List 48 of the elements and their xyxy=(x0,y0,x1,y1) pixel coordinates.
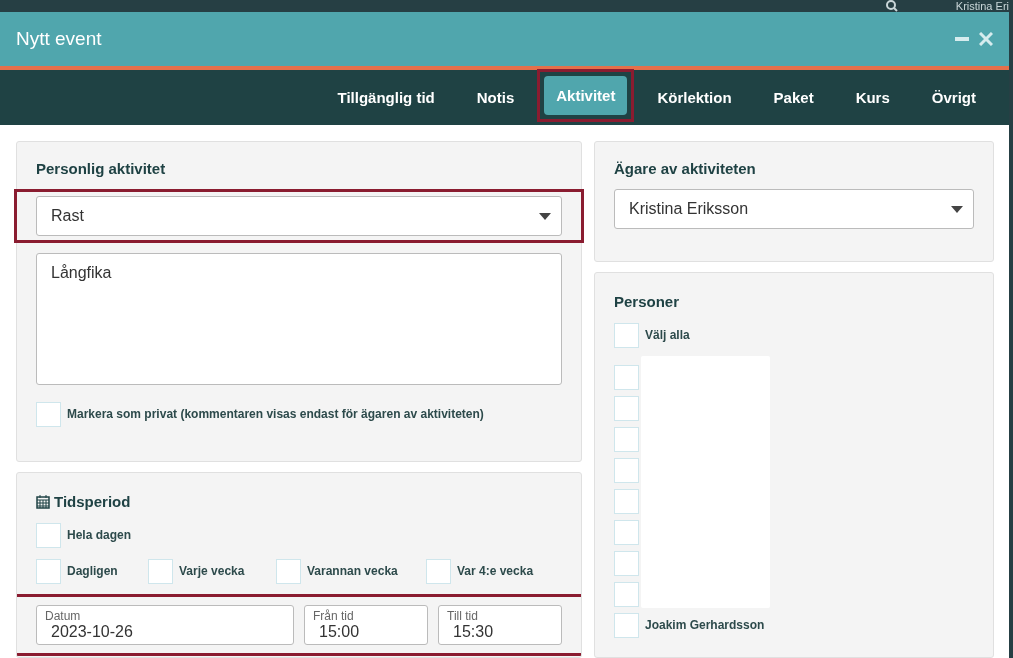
checkbox[interactable] xyxy=(36,522,61,548)
checkbox[interactable] xyxy=(426,558,451,584)
tab[interactable]: Körlektion xyxy=(645,78,744,117)
tab[interactable]: Övrigt xyxy=(919,78,988,117)
checkbox-label: Hela dagen xyxy=(67,528,132,542)
checkbox[interactable] xyxy=(276,558,301,584)
checkbox[interactable] xyxy=(614,395,639,421)
checkbox-label: Joakim Gerhardsson xyxy=(645,618,765,632)
checkbox-label: Var 4:e vecka xyxy=(457,564,534,578)
checkbox[interactable] xyxy=(614,581,639,607)
heading-text: Tidsperiod xyxy=(54,493,131,510)
checkbox-label: Dagligen xyxy=(67,564,118,578)
checkbox[interactable] xyxy=(614,519,639,545)
checkbox-label: Markera som privat (kommentaren visas endast för ägaren av aktiviteten) xyxy=(67,407,484,421)
checkbox[interactable] xyxy=(148,558,173,584)
checkbox[interactable] xyxy=(614,550,639,576)
calendar-icon xyxy=(36,494,50,509)
caret-icon xyxy=(951,205,963,213)
checkbox[interactable] xyxy=(614,488,639,514)
activity-select[interactable]: Rast xyxy=(36,196,562,236)
checkbox[interactable] xyxy=(36,558,61,584)
time-field[interactable]: Datum 2023-10-26 xyxy=(36,605,294,645)
tab[interactable]: Kurs xyxy=(843,78,902,117)
window-title: Nytt event xyxy=(16,28,102,50)
section-heading: Ägare av aktiviteten xyxy=(614,160,757,177)
checkbox-label: Varannan vecka xyxy=(307,564,398,578)
section-heading: Personlig aktivitet xyxy=(36,160,167,177)
checkbox[interactable] xyxy=(614,426,639,452)
minimize-icon[interactable] xyxy=(955,37,969,41)
checkbox[interactable] xyxy=(614,457,639,483)
tab[interactable]: Tillgänglig tid xyxy=(325,78,447,117)
checkbox[interactable] xyxy=(614,364,639,390)
time-field[interactable]: Till tid 15:30 xyxy=(438,605,562,645)
comment-field[interactable]: Långfika xyxy=(36,253,562,385)
search-icon[interactable] xyxy=(885,0,898,12)
user-name[interactable]: Kristina Eri xyxy=(955,0,1009,12)
checkbox[interactable] xyxy=(36,401,61,427)
checkbox-label: Varje vecka xyxy=(179,564,245,578)
checkbox[interactable] xyxy=(614,612,639,638)
caret-icon xyxy=(539,212,551,220)
tab[interactable]: Paket xyxy=(761,78,826,117)
owner-select[interactable]: Kristina Eriksson xyxy=(614,189,974,229)
section-heading: Personer xyxy=(614,293,681,310)
checkbox[interactable] xyxy=(614,322,639,348)
tab[interactable]: Notis xyxy=(464,78,527,117)
time-field[interactable]: Från tid 15:00 xyxy=(304,605,428,645)
close-icon[interactable] xyxy=(979,32,993,46)
checkbox-label: Välj alla xyxy=(645,328,690,342)
